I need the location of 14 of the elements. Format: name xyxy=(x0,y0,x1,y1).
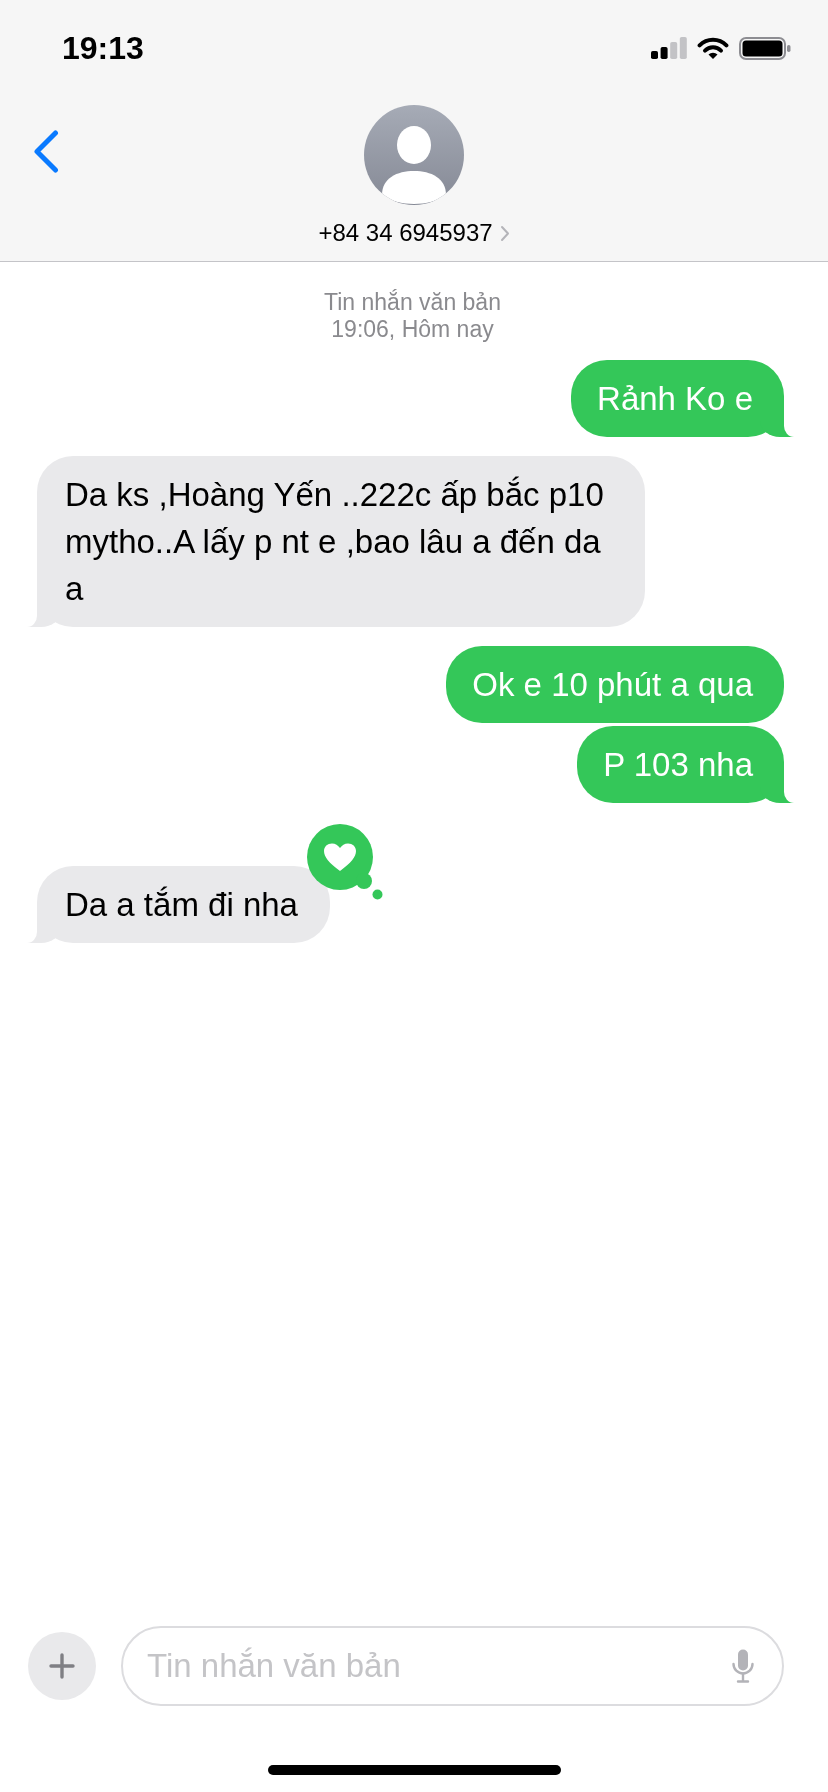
heart-reaction-icon xyxy=(306,824,383,900)
signal-icon xyxy=(651,37,687,59)
timestamp: 19:06, Hôm nay xyxy=(331,316,494,343)
avatar-icon[interactable] xyxy=(364,105,464,205)
chevron-right-icon[interactable] xyxy=(499,224,510,242)
back-icon[interactable] xyxy=(33,130,59,173)
wifi-icon xyxy=(697,37,729,59)
plus-icon xyxy=(49,1653,75,1679)
microphone-icon[interactable] xyxy=(731,1649,755,1683)
message-field[interactable]: Tin nhắn văn bản xyxy=(121,1626,784,1706)
status-time: 19:13 xyxy=(62,30,144,66)
contact-name[interactable]: +84 34 6945937 xyxy=(318,221,493,245)
service-label: Tin nhắn văn bản xyxy=(324,289,501,316)
battery-icon xyxy=(739,36,792,60)
